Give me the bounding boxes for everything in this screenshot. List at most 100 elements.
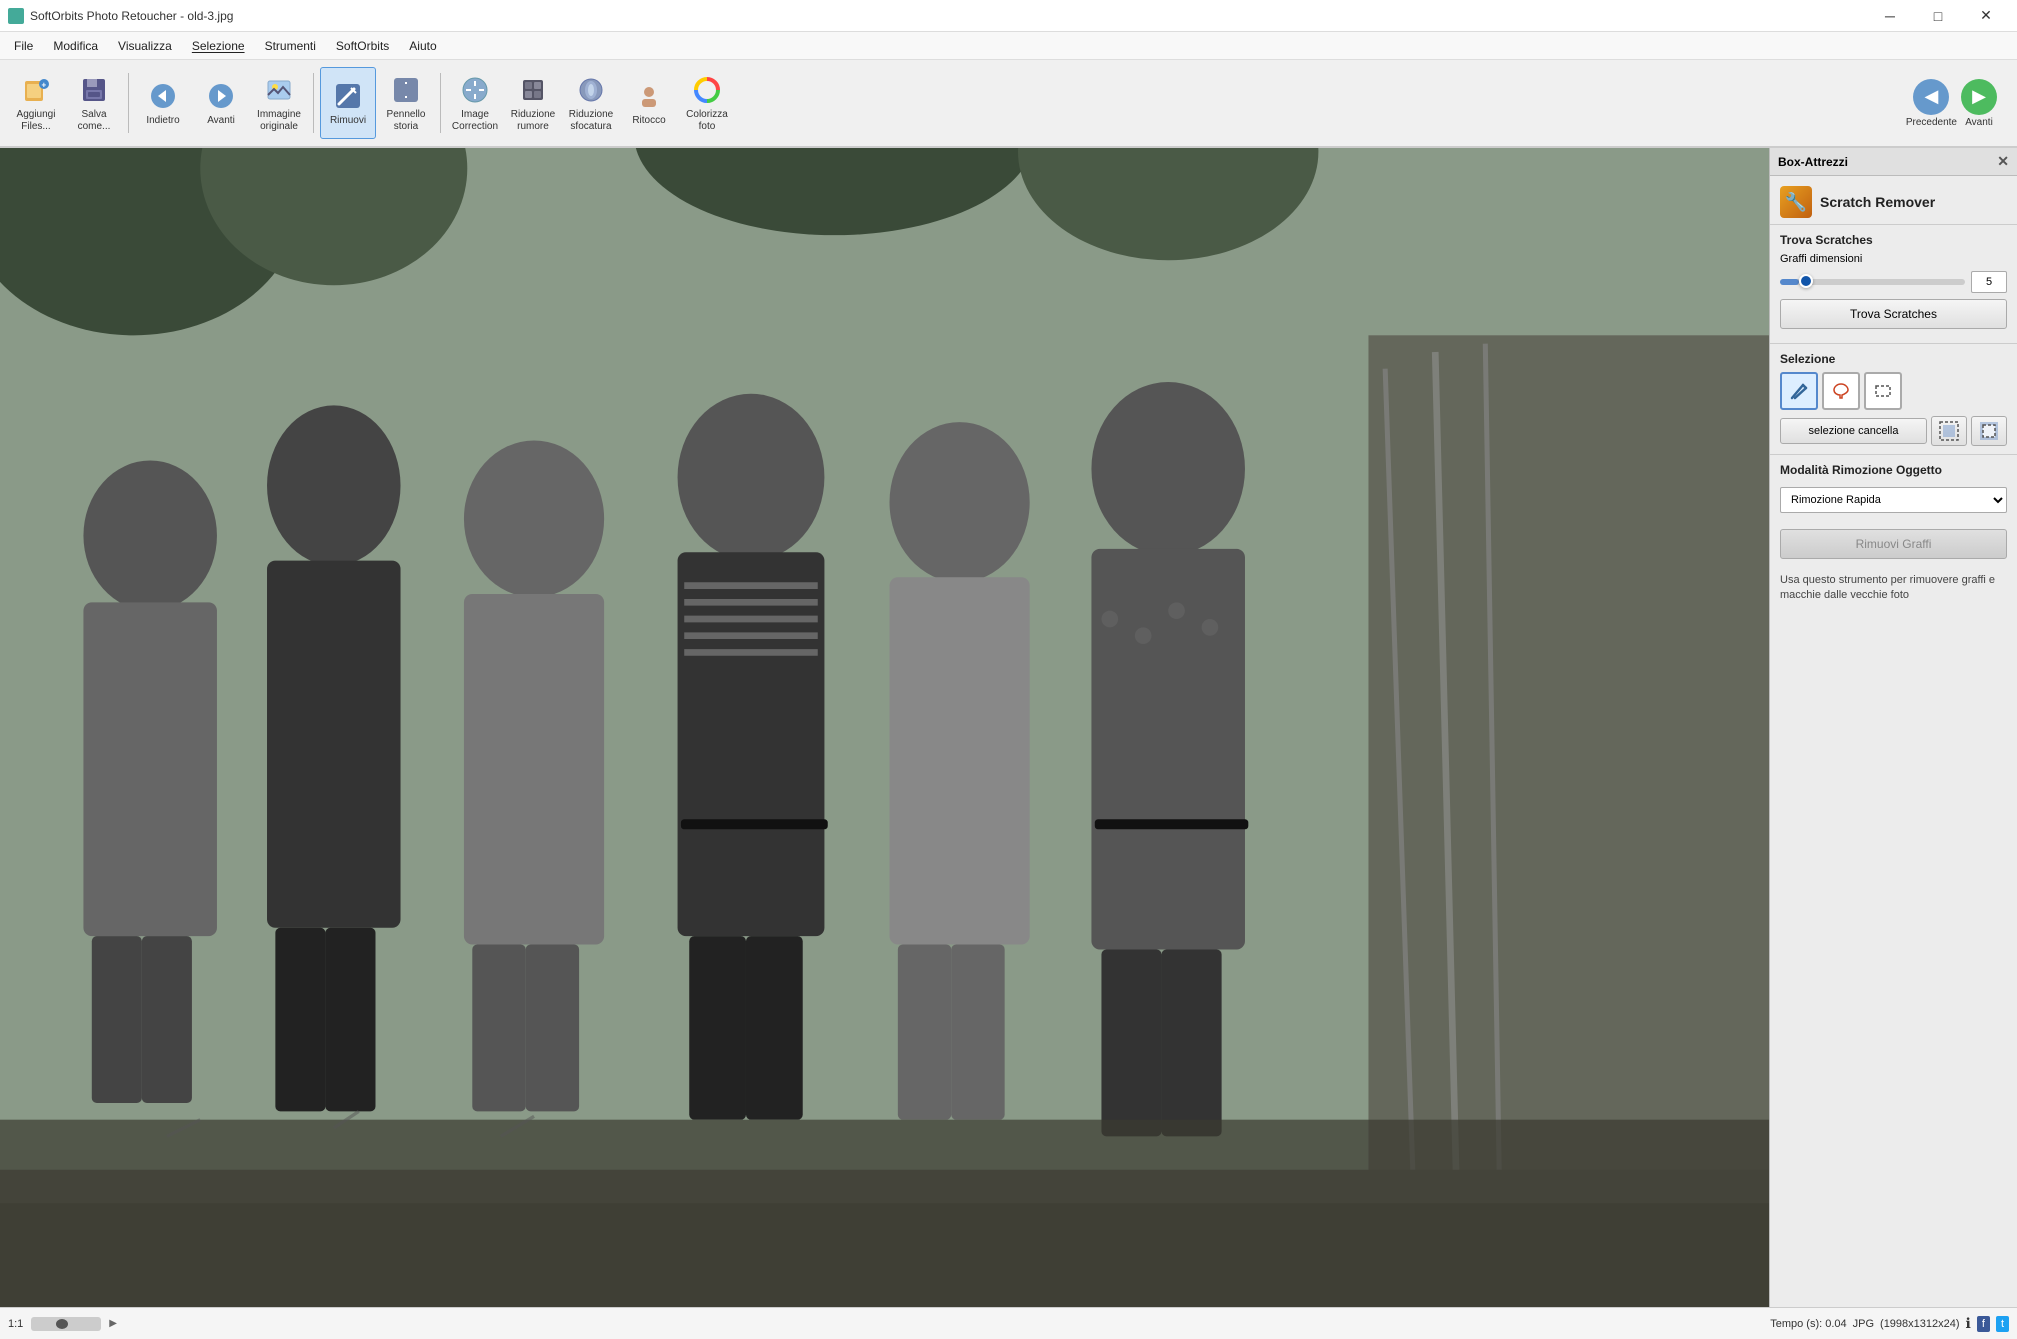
slider-fill	[1780, 279, 1799, 285]
sel-rect-button[interactable]	[1864, 372, 1902, 410]
aggiungi-icon: +	[20, 74, 52, 106]
pennello-icon	[390, 74, 422, 106]
menu-selezione[interactable]: Selezione	[182, 32, 255, 60]
zoom-arrow-right: ▶	[109, 1318, 117, 1329]
maximize-button[interactable]: □	[1915, 0, 1961, 32]
dimensions-info: (1998x1312x24)	[1880, 1318, 1960, 1330]
prev-button[interactable]: ◀	[1913, 79, 1949, 115]
panel-title: Box-Attrezzi	[1778, 155, 1848, 169]
zoom-level: 1:1	[8, 1318, 23, 1330]
ritocco-label: Ritocco	[632, 115, 665, 127]
slider-row: 5	[1780, 271, 2007, 293]
slider-track	[1780, 279, 1965, 285]
image-correction-label: ImageCorrection	[452, 109, 498, 133]
slider-thumb[interactable]	[1799, 274, 1813, 288]
sep3	[440, 73, 441, 133]
close-button[interactable]: ✕	[1963, 0, 2009, 32]
indietro-label: Indietro	[146, 115, 179, 127]
colorizza-button[interactable]: Colorizzafoto	[679, 67, 735, 139]
sel-lasso-button[interactable]	[1822, 372, 1860, 410]
rimuovi-icon	[332, 80, 364, 112]
salva-label: Salvacome...	[78, 109, 111, 133]
menu-softorbits[interactable]: SoftOrbits	[326, 32, 399, 60]
salva-button[interactable]: Salvacome...	[66, 67, 122, 139]
panel-close-button[interactable]: ✕	[1997, 153, 2009, 170]
sel-pencil-button[interactable]	[1780, 372, 1818, 410]
image-correction-icon	[459, 74, 491, 106]
selezione-title: Selezione	[1780, 352, 2007, 366]
slider-value-input[interactable]: 5	[1971, 271, 2007, 293]
menu-strumenti[interactable]: Strumenti	[255, 32, 326, 60]
window-controls: ─ □ ✕	[1867, 0, 2009, 32]
riduzione-rumore-label: Riduzionerumore	[511, 109, 555, 133]
time-info: Tempo (s): 0.04	[1770, 1318, 1846, 1330]
canvas-area[interactable]	[0, 148, 1769, 1307]
indietro-button[interactable]: Indietro	[135, 67, 191, 139]
avanti-icon	[205, 80, 237, 112]
right-panel: Box-Attrezzi ✕ 🔧 Scratch Remover Trova S…	[1769, 148, 2017, 1307]
prev-label: Precedente	[1906, 117, 1957, 128]
selezione-section: Selezione selezione cancella	[1770, 343, 2017, 454]
menu-file[interactable]: File	[4, 32, 43, 60]
help-text: Usa questo strumento per rimuovere graff…	[1770, 567, 2017, 614]
graffi-label: Graffi dimensioni	[1780, 253, 2007, 265]
next-label: Avanti	[1965, 117, 1993, 128]
salva-icon	[78, 74, 110, 106]
photo-display	[0, 148, 1769, 1307]
facebook-icon[interactable]: f	[1977, 1316, 1990, 1332]
status-info: Tempo (s): 0.04 JPG (1998x1312x24) ℹ f t	[1770, 1315, 2009, 1332]
sep2	[313, 73, 314, 133]
svg-text:+: +	[42, 80, 47, 89]
prev-nav: ◀ Precedente	[1906, 79, 1957, 128]
ritocco-icon	[633, 80, 665, 112]
menu-modifica[interactable]: Modifica	[43, 32, 108, 60]
titlebar: SoftOrbits Photo Retoucher - old-3.jpg ─…	[0, 0, 2017, 32]
rimuovi-button[interactable]: Rimuovi	[320, 67, 376, 139]
trova-button[interactable]: Trova Scratches	[1780, 299, 2007, 329]
twitter-icon[interactable]: t	[1996, 1316, 2009, 1332]
invert-selection-button[interactable]	[1971, 416, 2007, 446]
next-nav: ▶ Avanti	[1961, 79, 1997, 128]
ritocco-button[interactable]: Ritocco	[621, 67, 677, 139]
pennello-label: Pennellostoria	[387, 109, 426, 133]
immagine-button[interactable]: Immagineoriginale	[251, 67, 307, 139]
riduzione-rumore-icon	[517, 74, 549, 106]
avanti-label: Avanti	[207, 115, 235, 127]
app-title: SoftOrbits Photo Retoucher - old-3.jpg	[30, 9, 1867, 23]
riduzione-sfocatura-button[interactable]: Riduzionesfocatura	[563, 67, 619, 139]
colorizza-label: Colorizzafoto	[686, 109, 728, 133]
scratch-remover-title: Scratch Remover	[1820, 194, 1935, 210]
zoom-slider[interactable]	[31, 1317, 101, 1331]
select-all-button[interactable]	[1931, 416, 1967, 446]
toolbar: + AggiungiFiles... Salvacome... Indietro…	[0, 60, 2017, 148]
modalita-section: Modalità Rimozione Oggetto Rimozione Rap…	[1770, 454, 2017, 521]
rimuovi-graffi-button[interactable]: Rimuovi Graffi	[1780, 529, 2007, 559]
scratch-remover-header: 🔧 Scratch Remover	[1770, 176, 2017, 225]
colorizza-icon	[691, 74, 723, 106]
menu-aiuto[interactable]: Aiuto	[399, 32, 446, 60]
riduzione-rumore-button[interactable]: Riduzionerumore	[505, 67, 561, 139]
cancel-selection-button[interactable]: selezione cancella	[1780, 418, 1927, 444]
aggiungi-button[interactable]: + AggiungiFiles...	[8, 67, 64, 139]
sep1	[128, 73, 129, 133]
info-icon[interactable]: ℹ	[1966, 1315, 1971, 1332]
image-correction-button[interactable]: ImageCorrection	[447, 67, 503, 139]
graffi-slider[interactable]	[1780, 279, 1965, 285]
modalita-dropdown[interactable]: Rimozione Rapida Rimozione Avanzata Rimo…	[1780, 487, 2007, 513]
riduzione-sfocatura-label: Riduzionesfocatura	[569, 109, 613, 133]
modalita-title: Modalità Rimozione Oggetto	[1780, 463, 2007, 477]
toolbar-nav: ◀ Precedente ▶ Avanti	[1906, 79, 2009, 128]
zoom-thumb[interactable]	[56, 1319, 68, 1329]
app-icon	[8, 8, 24, 24]
aggiungi-label: AggiungiFiles...	[17, 109, 56, 133]
minimize-button[interactable]: ─	[1867, 0, 1913, 32]
indietro-icon	[147, 80, 179, 112]
immagine-label: Immagineoriginale	[257, 109, 301, 133]
menu-visualizza[interactable]: Visualizza	[108, 32, 182, 60]
riduzione-sfocatura-icon	[575, 74, 607, 106]
avanti-button[interactable]: Avanti	[193, 67, 249, 139]
pennello-button[interactable]: Pennellostoria	[378, 67, 434, 139]
next-button[interactable]: ▶	[1961, 79, 1997, 115]
panel-header: Box-Attrezzi ✕	[1770, 148, 2017, 176]
trova-section: Trova Scratches Graffi dimensioni 5 Trov…	[1770, 225, 2017, 343]
